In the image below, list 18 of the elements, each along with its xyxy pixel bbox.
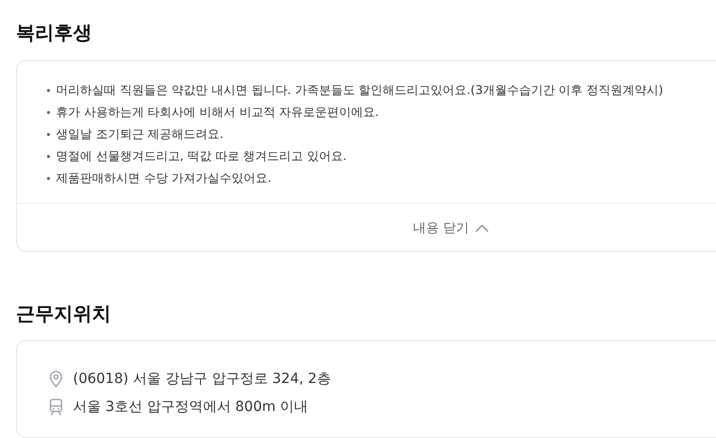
bullet-icon bbox=[47, 176, 50, 180]
subway-info: 서울 3호선 압구정역에서 800m 이내 bbox=[73, 398, 308, 417]
map-pin-icon bbox=[49, 370, 63, 388]
benefit-text: 머리하실때 직원들은 약값만 내시면 됩니다. 가족분들도 할인해드리고있어요.(3개월수습기간 이후 정직원계약시) bbox=[56, 82, 664, 99]
benefit-text: 명절에 선물챙겨드리고, 떡값 따로 챙겨드리고 있어요. bbox=[56, 148, 347, 165]
section-title: 근무지위치 bbox=[16, 302, 112, 327]
benefit-text: 휴가 사용하는게 타회사에 비해서 비교적 자유로운편이에요. bbox=[56, 104, 379, 121]
benefit-text: 생일날 조기퇴근 제공해드려요. bbox=[56, 126, 224, 143]
collapse-button[interactable]: 내용 닫기 bbox=[412, 218, 490, 236]
bullet-icon bbox=[47, 154, 50, 158]
train-icon bbox=[49, 398, 63, 416]
section-title: 복리후생 bbox=[16, 21, 93, 46]
bullet-icon bbox=[47, 88, 50, 92]
benefit-text: 제품판매하시면 수당 가져가실수있어요. bbox=[56, 170, 272, 187]
bullet-icon bbox=[47, 110, 50, 114]
address-text: (06018) 서울 강남구 압구정로 324, 2층 bbox=[73, 370, 331, 389]
caret-icon bbox=[475, 224, 490, 232]
bullet-icon bbox=[47, 132, 50, 136]
